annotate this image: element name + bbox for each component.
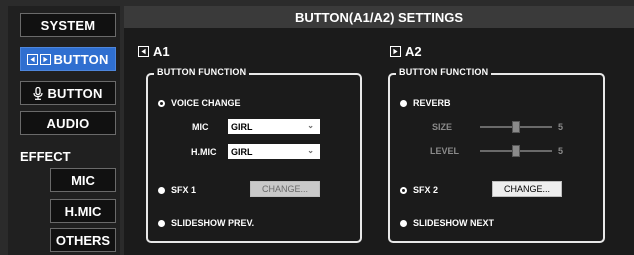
radio-label: REVERB [413, 98, 451, 108]
radio-label: SLIDESHOW PREV. [171, 218, 255, 228]
sidebar-item-label: SYSTEM [40, 17, 96, 33]
sidebar: SYSTEM BUTTON BUTTON AUDIO EFFECT MIC H.… [8, 6, 120, 255]
radio-unselected-icon [400, 99, 407, 107]
sidebar-item-label: MIC [71, 172, 95, 188]
slider-thumb[interactable] [512, 121, 520, 133]
a1-voice-change-radio[interactable]: VOICE CHANGE [158, 98, 241, 108]
sidebar-item-label: BUTTON [47, 85, 103, 101]
sidebar-item-button-ab[interactable]: BUTTON [20, 47, 116, 71]
group-title: BUTTON FUNCTION [154, 67, 250, 77]
a2-size-slider[interactable] [480, 121, 552, 133]
sidebar-item-label: BUTTON [53, 51, 109, 67]
radio-label: SLIDESHOW NEXT [413, 218, 495, 228]
radio-selected-icon [158, 99, 165, 107]
page-title: BUTTON(A1/A2) SETTINGS [124, 6, 634, 28]
chevron-down-icon: ⌄ [307, 146, 314, 155]
radio-label: VOICE CHANGE [171, 98, 241, 108]
radio-label: SFX 1 [171, 185, 197, 195]
a2-size-value: 5 [558, 122, 564, 132]
play-right-icon [390, 46, 401, 57]
sidebar-item-label: H.MIC [64, 203, 102, 219]
mic-icon [33, 86, 44, 100]
sidebar-item-system[interactable]: SYSTEM [20, 13, 116, 37]
a1-sfx1-radio[interactable]: SFX 1 [158, 185, 196, 195]
window: SYSTEM BUTTON BUTTON AUDIO EFFECT MIC H.… [0, 0, 634, 255]
a2-sfx2-change-button[interactable]: CHANGE... [492, 181, 562, 197]
sidebar-item-audio[interactable]: AUDIO [20, 111, 116, 135]
a2-sfx2-radio[interactable]: SFX 2 [400, 185, 438, 195]
a1-button-function-group: BUTTON FUNCTION VOICE CHANGE MIC GIRL ⌄ … [146, 67, 362, 243]
select-value: GIRL [231, 146, 253, 157]
select-value: GIRL [231, 121, 253, 132]
a1-mic-select[interactable]: GIRL ⌄ [228, 119, 320, 134]
a1-slideshow-prev-radio[interactable]: SLIDESHOW PREV. [158, 218, 254, 228]
a1-sfx1-change-button[interactable]: CHANGE... [250, 181, 320, 197]
sidebar-item-label: OTHERS [55, 232, 111, 248]
radio-label: SFX 2 [413, 185, 439, 195]
a2-size-label: SIZE [432, 122, 453, 132]
a1-heading: A1 [138, 44, 170, 59]
a2-button-function-group: BUTTON FUNCTION REVERB SIZE 5 LEVEL 5 SF… [388, 67, 605, 243]
a1-hmic-label: H.MIC [191, 147, 217, 157]
chevron-down-icon: ⌄ [307, 121, 314, 130]
a1-hmic-select[interactable]: GIRL ⌄ [228, 144, 320, 159]
slider-thumb[interactable] [512, 145, 520, 157]
radio-unselected-icon [158, 219, 165, 227]
a1-mic-label: MIC [192, 122, 209, 132]
play-left-icon [27, 53, 39, 65]
radio-unselected-icon [400, 219, 407, 227]
a2-level-value: 5 [558, 146, 564, 156]
a1-heading-label: A1 [153, 44, 170, 59]
a2-heading-label: A2 [405, 44, 422, 59]
sidebar-item-mic[interactable]: MIC [50, 168, 116, 192]
a2-level-label: LEVEL [430, 146, 460, 156]
a2-reverb-radio[interactable]: REVERB [400, 98, 451, 108]
main-panel: BUTTON(A1/A2) SETTINGS A1 BUTTON FUNCTIO… [124, 6, 634, 255]
play-right-icon [40, 53, 52, 65]
radio-unselected-icon [158, 186, 165, 194]
radio-selected-icon [400, 186, 407, 194]
a2-slideshow-next-radio[interactable]: SLIDESHOW NEXT [400, 218, 494, 228]
sidebar-item-others[interactable]: OTHERS [50, 228, 116, 252]
effect-section-label: EFFECT [20, 149, 71, 164]
sidebar-item-hmic[interactable]: H.MIC [50, 199, 116, 223]
sidebar-item-label: AUDIO [46, 115, 90, 131]
sidebar-item-button-mic[interactable]: BUTTON [20, 81, 116, 105]
play-left-icon [138, 46, 149, 57]
a2-heading: A2 [390, 44, 422, 59]
a2-level-slider[interactable] [480, 145, 552, 157]
group-title: BUTTON FUNCTION [396, 67, 492, 77]
